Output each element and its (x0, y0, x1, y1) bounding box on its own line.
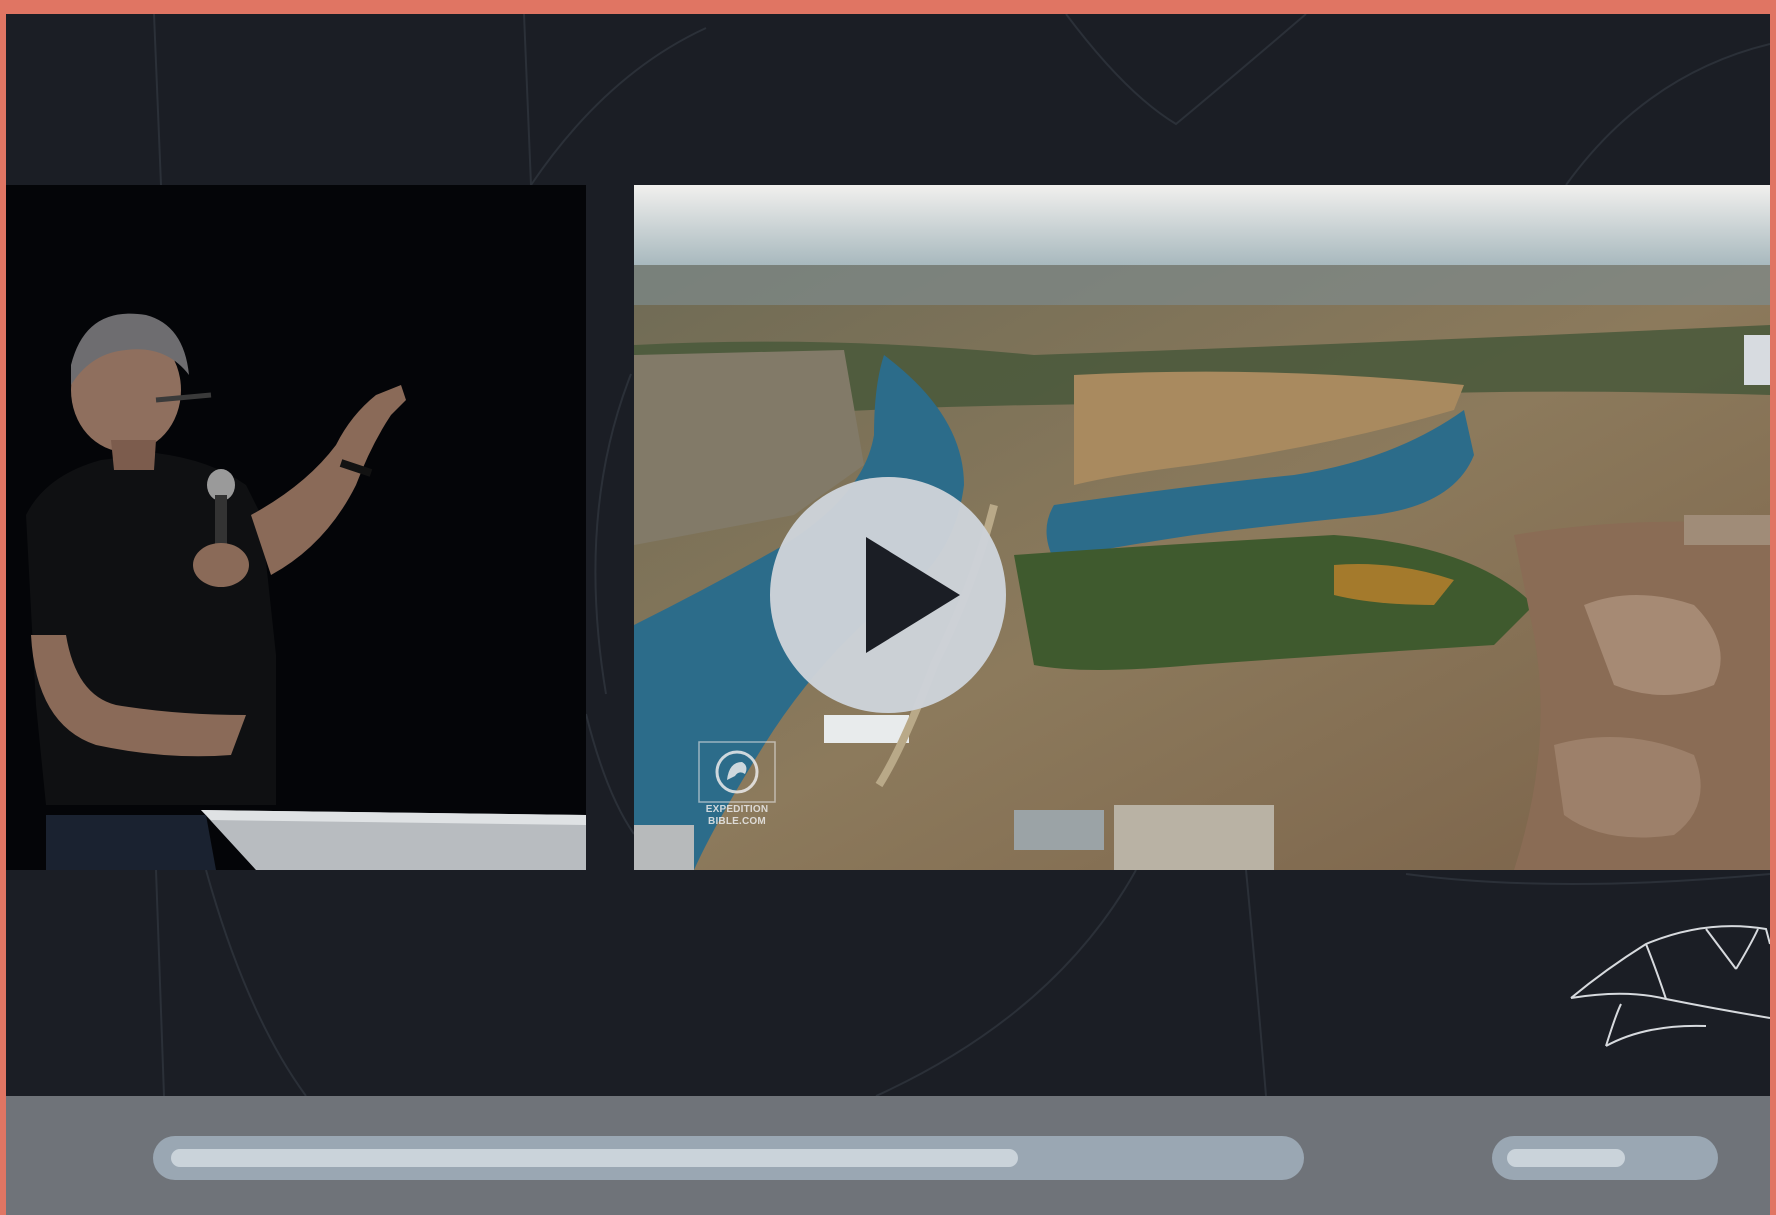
speaker-panel (6, 185, 586, 870)
volume-slider-fill (1507, 1149, 1625, 1167)
watermark-line-2: BIBLE.COM (708, 816, 766, 827)
watermark: EXPEDITION BIBLE.COM (697, 740, 777, 836)
progress-bar[interactable] (153, 1136, 1304, 1180)
watermark-line-1: EXPEDITION (705, 804, 769, 815)
play-button[interactable] (770, 477, 1006, 713)
volume-slider[interactable] (1492, 1136, 1718, 1180)
play-icon (866, 537, 960, 653)
speaker-image (6, 185, 586, 870)
player-frame: EXPEDITION BIBLE.COM (6, 14, 1770, 1215)
control-bar (6, 1096, 1770, 1215)
video-stage[interactable]: EXPEDITION BIBLE.COM (6, 14, 1770, 1096)
watermark-logo-icon (698, 741, 776, 803)
progress-bar-fill (171, 1149, 1018, 1167)
